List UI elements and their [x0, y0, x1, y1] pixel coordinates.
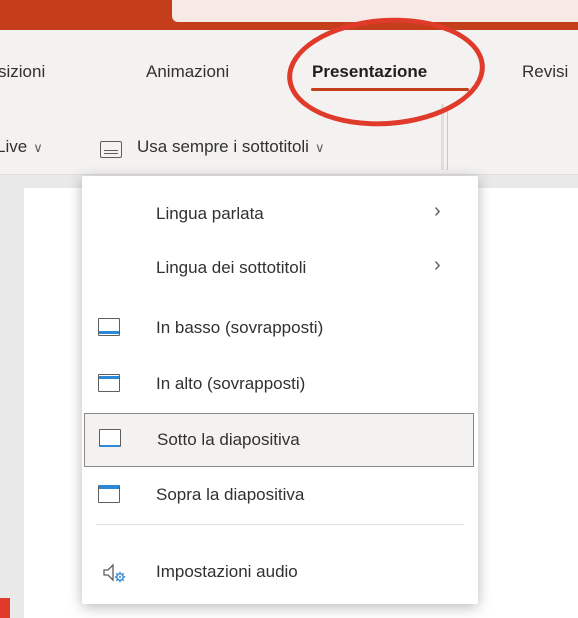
- subtitles-menu: Lingua parlata › Lingua dei sottotitoli …: [82, 176, 478, 604]
- menu-item-below-slide[interactable]: Sotto la diapositiva: [84, 413, 474, 467]
- tab-revisione[interactable]: Revisi: [522, 62, 568, 82]
- ribbon-tabs: [0, 30, 578, 102]
- tab-animazioni[interactable]: Animazioni: [146, 62, 229, 82]
- audio-settings-icon: [103, 563, 126, 583]
- menu-item-above-slide[interactable]: Sopra la diapositiva: [82, 469, 478, 523]
- menu-item-label: Lingua parlata: [156, 204, 264, 223]
- chevron-down-icon: ∨: [33, 140, 43, 155]
- subtitles-icon: [100, 141, 122, 158]
- menu-item-label: Lingua dei sottotitoli: [156, 258, 307, 277]
- menu-item-label: Sopra la diapositiva: [156, 485, 305, 504]
- subtitle-top-overlay-icon: [98, 374, 120, 392]
- menu-divider: [96, 524, 464, 525]
- tab-presentazione[interactable]: Presentazione: [312, 62, 427, 82]
- subtitles-dropdown-button[interactable]: Usa sempre i sottotitoli ∨: [137, 137, 324, 157]
- live-subtitles-dropdown[interactable]: Live ∨: [0, 137, 43, 157]
- subtitles-label: Usa sempre i sottotitoli: [137, 137, 309, 156]
- tab-transizioni[interactable]: sizioni: [0, 62, 45, 82]
- menu-item-spoken-language[interactable]: Lingua parlata ›: [82, 188, 478, 242]
- subtitle-bottom-overlay-icon: [98, 318, 120, 336]
- title-bar-tab: [172, 0, 578, 22]
- menu-item-bottom-overlay[interactable]: In basso (sovrapposti): [82, 302, 478, 356]
- active-tab-indicator: [311, 88, 469, 91]
- live-label: Live: [0, 137, 28, 156]
- title-bar: [0, 0, 578, 30]
- ribbon-divider: [447, 106, 448, 170]
- chevron-right-icon: ›: [434, 200, 441, 222]
- menu-item-label: Sotto la diapositiva: [157, 430, 300, 449]
- dropdown-hover-divider: [441, 104, 444, 170]
- ribbon-commands: Live ∨ Usa sempre i sottotitoli ∨: [0, 102, 578, 175]
- subtitle-above-slide-icon: [98, 485, 120, 503]
- menu-item-label: Impostazioni audio: [156, 562, 298, 581]
- menu-item-label: In alto (sovrapposti): [156, 374, 306, 393]
- subtitle-below-slide-icon: [99, 429, 121, 447]
- status-marker: [0, 598, 10, 618]
- menu-item-top-overlay[interactable]: In alto (sovrapposti): [82, 358, 478, 412]
- chevron-down-icon: ∨: [314, 140, 325, 155]
- menu-item-audio-settings[interactable]: Impostazioni audio: [82, 546, 478, 600]
- menu-item-subtitle-language[interactable]: Lingua dei sottotitoli ›: [82, 242, 478, 296]
- chevron-right-icon: ›: [434, 254, 441, 276]
- menu-item-label: In basso (sovrapposti): [156, 318, 324, 337]
